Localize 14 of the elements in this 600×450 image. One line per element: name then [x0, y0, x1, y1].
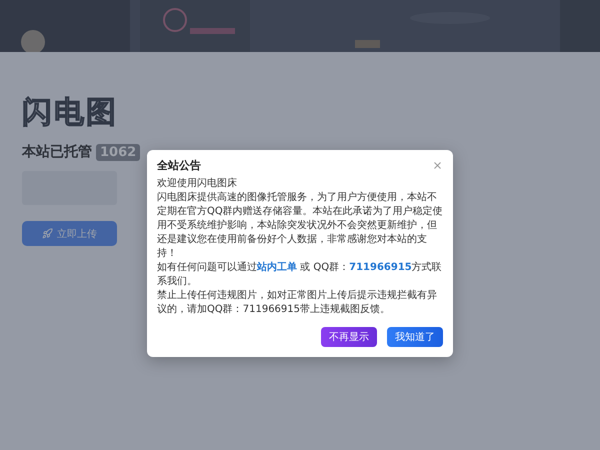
notice-paragraph: 禁止上传任何违规图片，如对正常图片上传后提示违规拦截有异议的，请加QQ群：711966915带上违规截图反馈。 [157, 289, 438, 317]
hosted-label: 本站已托管 [22, 143, 92, 161]
notice-paragraph: 欢迎使用闪电图床 [157, 177, 238, 191]
close-icon[interactable] [432, 160, 443, 171]
notice-link[interactable]: 711966915 [349, 262, 412, 273]
dialog-title: 全站公告 [157, 158, 201, 173]
hosted-count: 1062 [96, 144, 140, 160]
dismiss-button[interactable]: 不再显示 [321, 327, 377, 347]
acknowledge-button[interactable]: 我知道了 [387, 327, 443, 347]
notice-paragraph: 闪电图床提供高速的图像托管服务，为了用户方便使用，本站不定期在官方QQ群内赠送存储容量。本站在此承诺为了用户稳定使用不受系统维护影响，本站除突发状况外不会突然更新维护，但还是建议您在使用前备份好个人数据，非常感谢您对本站的支持！ [157, 191, 443, 261]
notice-link[interactable]: 站内工单 [257, 262, 297, 273]
rocket-icon [42, 228, 53, 239]
notice-paragraph: 如有任何问题可以通过站内工单 或 QQ群：711966915方式联系我们。 [157, 261, 443, 289]
site-title: 闪电图 [22, 94, 118, 132]
